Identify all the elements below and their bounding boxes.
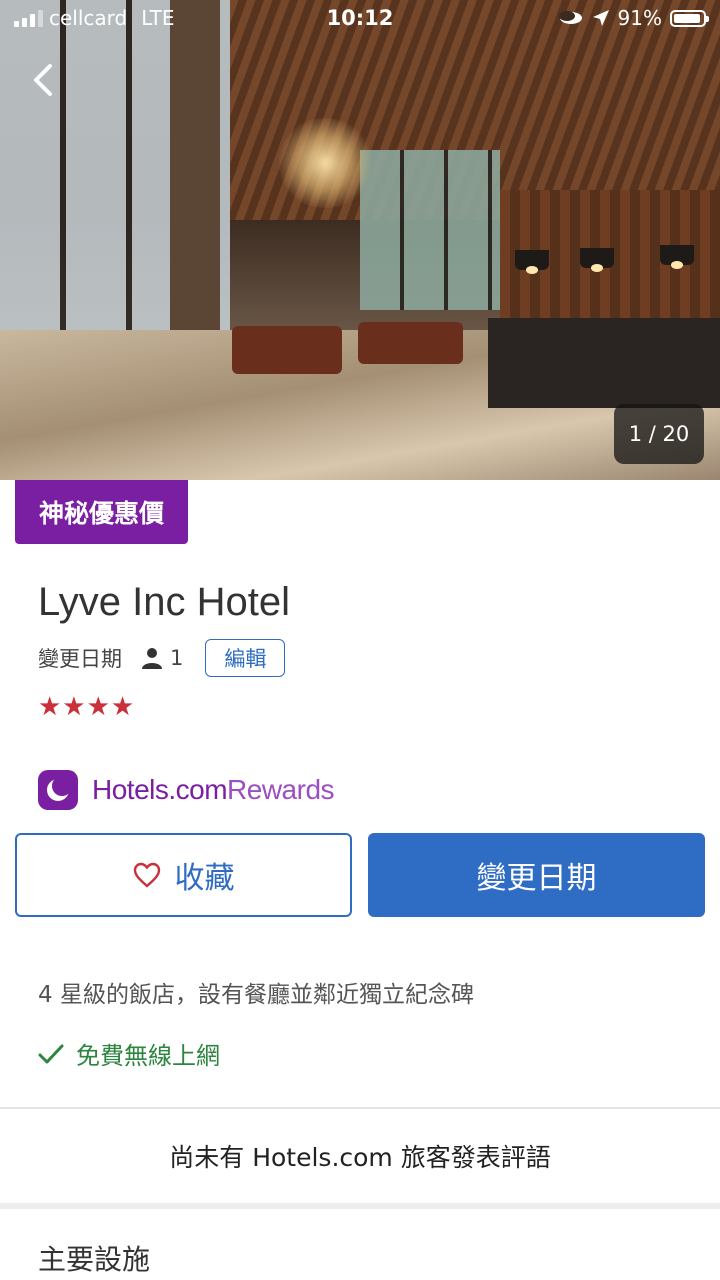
hotel-photo[interactable]: [0, 0, 720, 480]
rewards-banner[interactable]: Hotels.comRewards: [38, 770, 335, 810]
back-button[interactable]: [24, 60, 64, 100]
hotel-name: Lyve Inc Hotel: [38, 580, 290, 624]
status-icons: 91%: [558, 6, 709, 30]
chevron-left-icon: [34, 64, 52, 96]
photo-chandelier: [275, 118, 375, 208]
photo-lamp: [515, 250, 549, 274]
secret-price-badge: 神秘優惠價: [15, 480, 189, 544]
booking-summary: 變更日期 1 編輯: [38, 638, 286, 678]
section-divider: [0, 1203, 720, 1209]
save-label: 收藏: [174, 861, 235, 896]
person-icon: [142, 648, 162, 669]
photo-back-windows: [360, 150, 500, 310]
hotel-description: 4 星級的飯店，設有餐廳並鄰近獨立紀念碑: [38, 982, 474, 1008]
rewards-brand: Hotels.com: [92, 774, 228, 805]
change-dates-button[interactable]: 變更日期: [368, 833, 705, 917]
battery-percent: 91%: [617, 6, 662, 30]
rewards-logo-text: Hotels.comRewards: [92, 774, 335, 806]
heart-icon: [133, 862, 160, 888]
photo-lamp: [660, 245, 694, 269]
reviews-empty-banner: 尚未有 Hotels.com 旅客發表評語: [169, 1143, 551, 1172]
star-rating: ★★★★: [38, 692, 136, 722]
edit-button[interactable]: 編輯: [205, 639, 286, 677]
guest-count-value: 1: [170, 646, 184, 670]
battery-icon: [670, 9, 709, 27]
status-bar: cellcard LTE 10:12 91%: [0, 0, 720, 40]
photo-sofa: [358, 322, 463, 364]
photo-lamp: [580, 248, 614, 272]
free-wifi-label: 免費無線上網: [76, 1042, 220, 1070]
save-button[interactable]: 收藏: [15, 833, 352, 917]
photo-counter: 1 / 20: [614, 404, 704, 464]
checkmark-icon: [38, 1044, 64, 1063]
guest-count: 1: [140, 646, 183, 670]
photo-sofa: [232, 326, 342, 374]
rewards-program: Rewards: [227, 774, 335, 805]
rewards-moon-icon: [38, 770, 78, 810]
main-amenities-title: 主要設施: [38, 1243, 151, 1276]
photo-reception-desk: [488, 318, 720, 408]
amenity-highlight: 免費無線上網: [38, 1036, 220, 1071]
location-arrow-icon: [592, 10, 609, 26]
dates-label: 變更日期: [38, 647, 122, 671]
moon-icon: [558, 11, 582, 24]
